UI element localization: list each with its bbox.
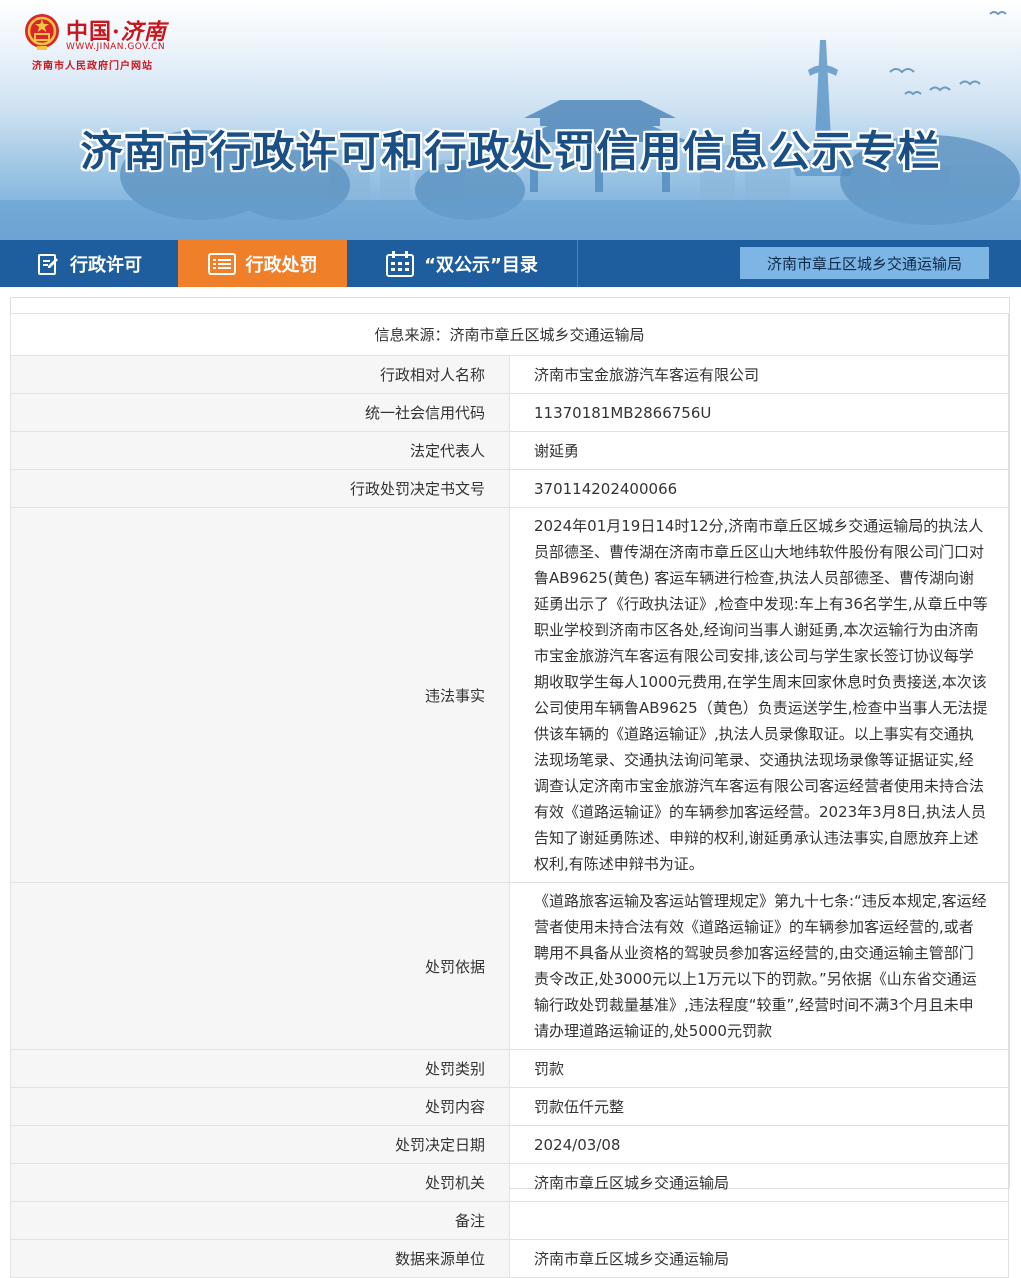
field-value: 罚款伍仟元整 [509,1087,1009,1126]
field-value [509,1201,1009,1240]
field-value: 2024年01月19日14时12分,济南市章丘区城乡交通运输局的执法人员部德圣、… [509,507,1009,883]
national-emblem-icon [25,14,59,50]
table-row: 处罚类别 罚款 [10,1049,1009,1088]
tab-double-publicity-catalog[interactable]: “双公示”目录 [347,240,578,287]
table-row: 处罚决定日期 2024/03/08 [10,1125,1009,1164]
table-row: 行政相对人名称 济南市宝金旅游汽车客运有限公司 [10,355,1009,394]
field-value: 2024/03/08 [509,1125,1009,1164]
table-row: 法定代表人 谢延勇 [10,431,1009,470]
info-source: 信息来源：济南市章丘区城乡交通运输局 [10,313,1009,356]
table-row: 违法事实 2024年01月19日14时12分,济南市章丘区城乡交通运输局的执法人… [10,507,1009,883]
field-value: 11370181MB2866756U [509,393,1009,432]
table-row: 统一社会信用代码 11370181MB2866756U [10,393,1009,432]
field-value: 济南市章丘区城乡交通运输局 [509,1239,1009,1278]
field-label: 处罚决定日期 [10,1125,510,1164]
logo-subtitle: 济南市人民政府门户网站 [32,61,153,72]
calendar-icon [386,250,415,277]
field-label: 统一社会信用代码 [10,393,510,432]
field-value: 济南市宝金旅游汽车客运有限公司 [509,355,1009,394]
table-row: 处罚内容 罚款伍仟元整 [10,1087,1009,1126]
field-label: 法定代表人 [10,431,510,470]
table-row: 处罚机关 济南市章丘区城乡交通运输局 [10,1163,1009,1202]
table-row: 处罚依据 《道路旅客运输及客运站管理规定》第九十七条:“违反本规定,客运经营者使… [10,882,1009,1050]
edit-icon [38,253,58,275]
field-value: 谢延勇 [509,431,1009,470]
field-label: 备注 [10,1201,510,1240]
tab-admin-license[interactable]: 行政许可 [0,240,178,287]
list-icon [207,252,236,275]
page-title: 济南市行政许可和行政处罚信用信息公示专栏 [80,127,941,176]
field-label: 处罚机关 [10,1163,510,1202]
field-label: 行政处罚决定书文号 [10,469,510,508]
field-label: 违法事实 [10,507,510,883]
field-value: 370114202400066 [509,469,1009,508]
penalty-info-table: 信息来源：济南市章丘区城乡交通运输局 行政相对人名称 济南市宝金旅游汽车客运有限… [10,313,1009,1278]
field-label: 处罚内容 [10,1087,510,1126]
field-label: 处罚类别 [10,1049,510,1088]
field-value: 罚款 [509,1049,1009,1088]
field-label: 数据来源单位 [10,1239,510,1278]
field-label: 处罚依据 [10,882,510,1050]
tab-label: “双公示”目录 [424,254,538,276]
info-source-row: 信息来源：济南市章丘区城乡交通运输局 [10,313,1009,356]
table-row: 行政处罚决定书文号 370114202400066 [10,469,1009,508]
field-label: 行政相对人名称 [10,355,510,394]
table-row: 备注 [10,1201,1009,1240]
tab-label: 行政许可 [70,254,142,276]
header-banner: 中国·济南 WWW.JINAN.GOV.CN 济南市人民政府门户网站 济南市行政… [0,0,1021,240]
table-row: 数据来源单位 济南市章丘区城乡交通运输局 [10,1239,1009,1278]
field-value: 济南市章丘区城乡交通运输局 [509,1163,1009,1202]
logo-domain: WWW.JINAN.GOV.CN [66,42,166,52]
department-button[interactable]: 济南市章丘区城乡交通运输局 [740,247,989,279]
tab-admin-penalty[interactable]: 行政处罚 [178,240,347,287]
tab-label: 行政处罚 [245,254,318,276]
field-value: 《道路旅客运输及客运站管理规定》第九十七条:“违反本规定,客运经营者使用未持合法… [509,882,1009,1050]
